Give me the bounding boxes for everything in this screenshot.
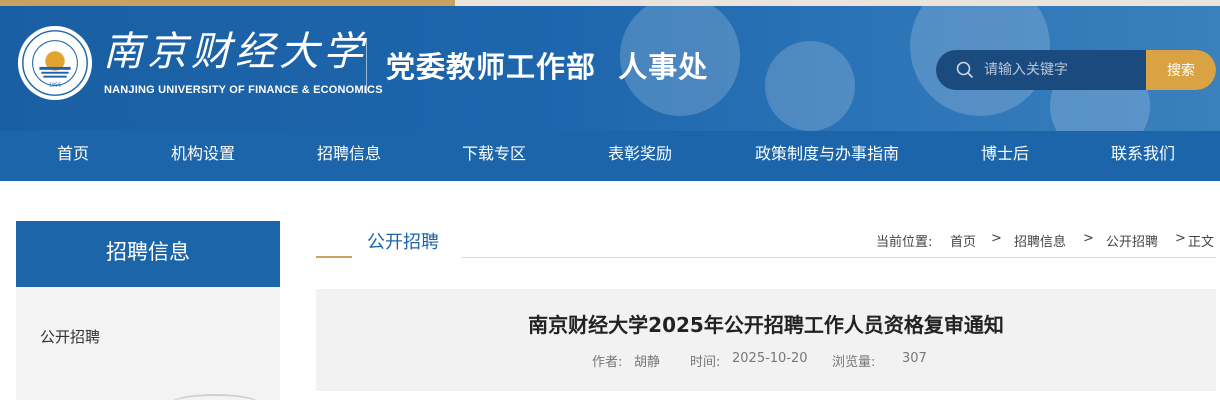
nav-item-awards[interactable]: 表彰奖励 <box>595 131 685 181</box>
article-title: 南京财经大学2025年公开招聘工作人员资格复审通知 <box>528 313 1004 337</box>
university-seal-icon[interactable]: 1956 <box>16 24 94 102</box>
views-value: 307 <box>902 351 927 366</box>
nav-item-organization[interactable]: 机构设置 <box>158 131 248 181</box>
breadcrumb-recruitment[interactable]: 招聘信息 <box>1014 231 1066 250</box>
views-label: 浏览量: <box>832 355 876 370</box>
logo-chinese-name: 南京财经大学 <box>103 29 367 75</box>
nav-item-postdoc[interactable]: 博士后 <box>965 131 1045 181</box>
article-header-panel <box>316 289 1216 391</box>
breadcrumb-separator: > <box>991 231 1002 246</box>
nav-item-downloads[interactable]: 下载专区 <box>449 131 539 181</box>
sidebar-title: 招聘信息 <box>16 221 280 287</box>
breadcrumb-prefix: 当前位置: <box>876 235 933 250</box>
search-icon <box>956 61 974 79</box>
nav-item-home[interactable]: 首页 <box>33 131 113 181</box>
sidebar-item-public-recruitment[interactable]: 公开招聘 <box>40 326 100 347</box>
nav-item-contact[interactable]: 联系我们 <box>1096 131 1190 181</box>
time-label: 时间: <box>690 355 721 370</box>
nav-item-recruitment[interactable]: 招聘信息 <box>304 131 394 181</box>
section-rule <box>462 257 1216 258</box>
breadcrumb-home[interactable]: 首页 <box>950 231 976 250</box>
breadcrumb-current: 正文 <box>1188 235 1215 250</box>
main-nav: 首页 机构设置 招聘信息 下载专区 表彰奖励 政策制度与办事指南 博士后 联系我… <box>0 131 1220 181</box>
svg-text:1956: 1956 <box>49 82 61 88</box>
author-value: 胡静 <box>634 355 661 370</box>
author-label: 作者: <box>592 355 623 370</box>
time-value: 2025-10-20 <box>732 351 808 366</box>
nav-item-policies[interactable]: 政策制度与办事指南 <box>742 131 912 181</box>
breadcrumb-separator: > <box>1175 231 1186 246</box>
breadcrumb-separator: > <box>1083 231 1094 246</box>
search-input[interactable] <box>984 56 1144 84</box>
section-title: 公开招聘 <box>367 232 439 253</box>
breadcrumb-public-recruitment[interactable]: 公开招聘 <box>1106 231 1158 250</box>
header-divider <box>366 38 367 94</box>
search-bar: 搜索 <box>936 50 1216 90</box>
logo-english-name: NANJING UNIVERSITY OF FINANCE & ECONOMIC… <box>104 84 383 96</box>
section-title-underline <box>316 256 352 258</box>
department-title: 党委教师工作部 人事处 <box>386 50 709 84</box>
search-button[interactable]: 搜索 <box>1146 50 1216 90</box>
